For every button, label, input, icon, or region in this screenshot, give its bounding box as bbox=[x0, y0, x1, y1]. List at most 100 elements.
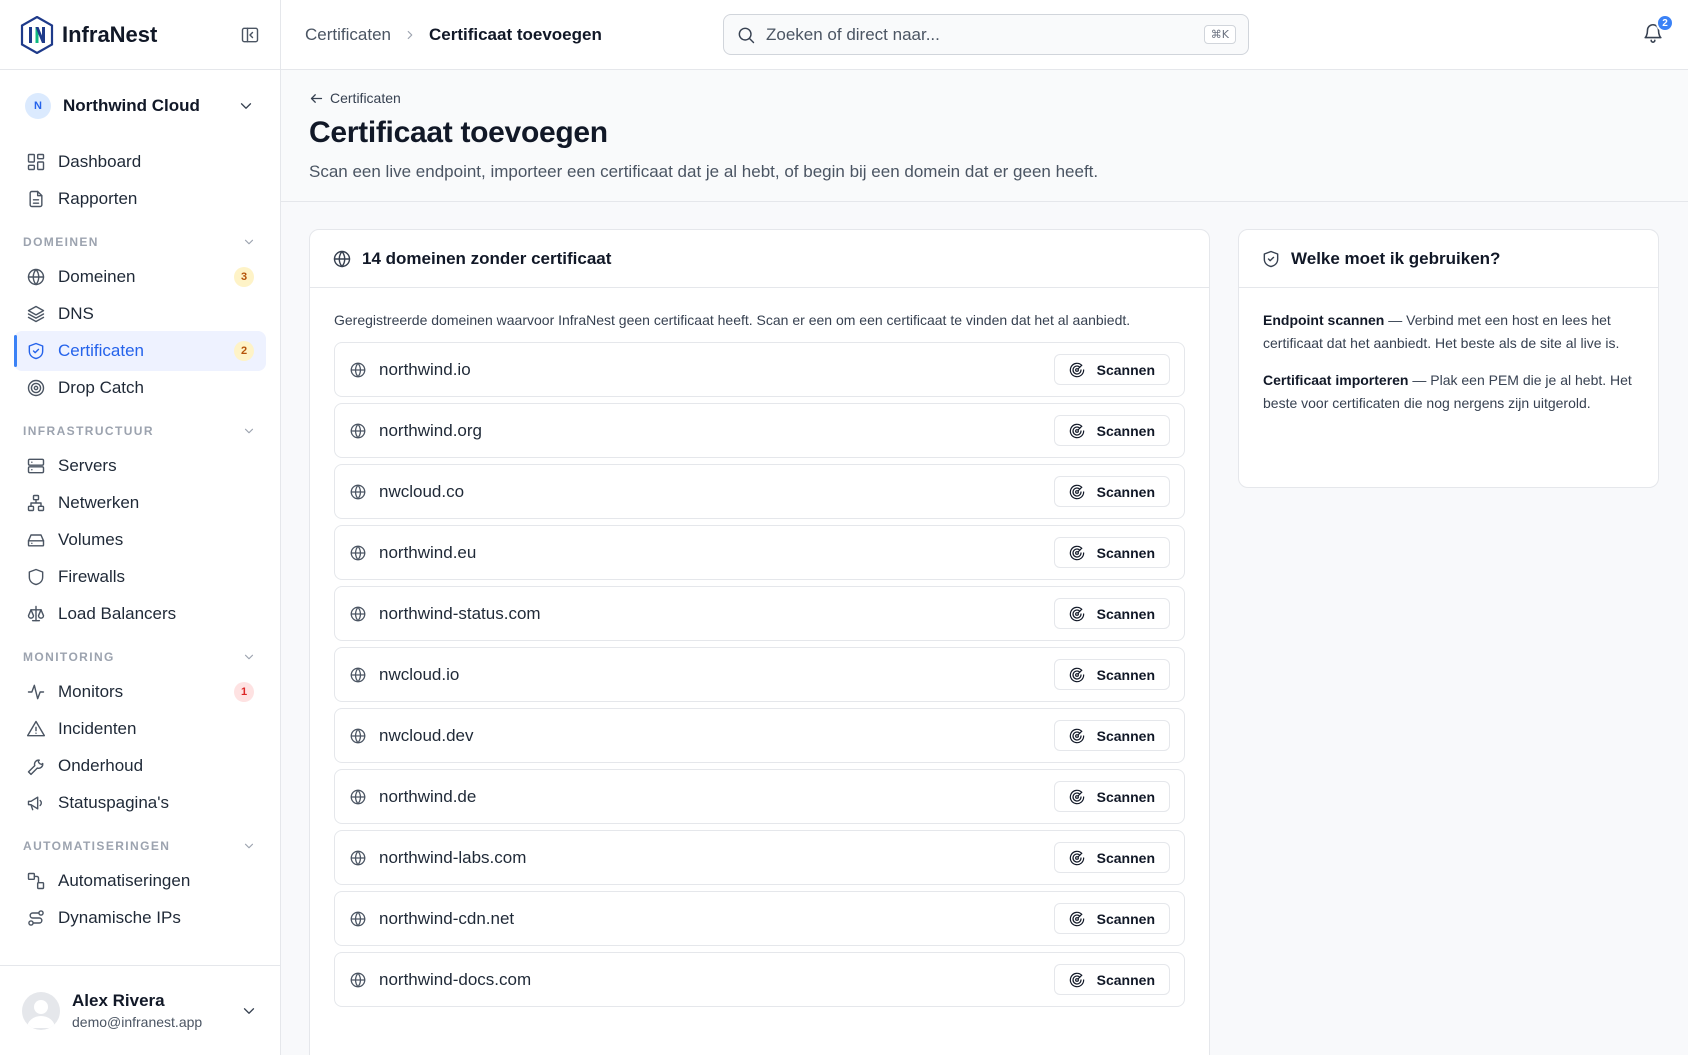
sidebar-item-domeinen[interactable]: Domeinen 3 bbox=[14, 257, 266, 297]
domain-name: northwind.eu bbox=[379, 542, 477, 562]
scan-button[interactable]: Scannen bbox=[1053, 354, 1170, 385]
sidebar: InfraNest N Northwind Cloud Dashboard Ra… bbox=[0, 0, 281, 1055]
section-header-infrastructuur[interactable]: INFRASTRUCTUUR bbox=[14, 408, 266, 446]
section-title: DOMEINEN bbox=[23, 235, 99, 249]
back-link[interactable]: Certificaten bbox=[309, 90, 1660, 106]
sidebar-item-rapporten[interactable]: Rapporten bbox=[14, 179, 266, 219]
sidebar-item-label: Automatiseringen bbox=[58, 871, 191, 890]
sidebar-item-firewalls[interactable]: Firewalls bbox=[14, 557, 266, 597]
sidebar-item-automatiseringen[interactable]: Automatiseringen bbox=[14, 861, 266, 901]
topbar: Certificaten Certificaat toevoegen ⌘K 2 bbox=[281, 0, 1688, 70]
help-tip-term: Endpoint scannen bbox=[1263, 312, 1385, 328]
scan-button[interactable]: Scannen bbox=[1053, 781, 1170, 812]
scan-button[interactable]: Scannen bbox=[1053, 476, 1170, 507]
org-switcher[interactable]: N Northwind Cloud bbox=[0, 70, 280, 142]
scan-button[interactable]: Scannen bbox=[1053, 415, 1170, 446]
server-icon bbox=[27, 458, 45, 474]
wrench-icon bbox=[27, 759, 44, 776]
sidebar-item-dashboard[interactable]: Dashboard bbox=[14, 142, 266, 182]
sidebar-item-label: DNS bbox=[58, 304, 94, 323]
page-header: Certificaten Certificaat toevoegen Scan … bbox=[281, 70, 1688, 202]
domain-row: nwcloud.co Scannen bbox=[334, 464, 1185, 519]
breadcrumb: Certificaten Certificaat toevoegen bbox=[281, 25, 723, 45]
scan-button[interactable]: Scannen bbox=[1053, 842, 1170, 873]
user-menu[interactable]: Alex Rivera demo@infranest.app bbox=[0, 965, 280, 1055]
globe-icon bbox=[27, 268, 45, 286]
workflow-icon bbox=[27, 872, 45, 890]
chevron-down-icon bbox=[244, 428, 254, 434]
globe-icon bbox=[350, 545, 366, 560]
app-name: InfraNest bbox=[62, 21, 158, 47]
scan-button[interactable]: Scannen bbox=[1053, 720, 1170, 751]
radar-icon bbox=[1069, 911, 1084, 926]
radar-icon bbox=[1069, 850, 1084, 865]
scan-button[interactable]: Scannen bbox=[1053, 659, 1170, 690]
sidebar-item-incidenten[interactable]: Incidenten bbox=[14, 709, 266, 749]
card-title: Welke moet ik gebruiken? bbox=[1291, 248, 1501, 268]
card-description: Geregistreerde domeinen waarvoor InfraNe… bbox=[334, 312, 1131, 328]
report-icon bbox=[29, 190, 43, 208]
globe-icon bbox=[350, 423, 366, 438]
sidebar-item-label: Onderhoud bbox=[58, 756, 144, 775]
sidebar-item-servers[interactable]: Servers bbox=[14, 446, 266, 486]
sidebar-item-certificaten[interactable]: Certificaten 2 bbox=[14, 331, 266, 371]
back-link-label: Certificaten bbox=[330, 90, 401, 106]
scale-icon bbox=[27, 605, 45, 622]
help-card: Welke moet ik gebruiken? Endpoint scanne… bbox=[1238, 229, 1659, 488]
section-title: MONITORING bbox=[23, 650, 115, 664]
sidebar-item-label: Domeinen bbox=[58, 267, 136, 286]
search-input[interactable] bbox=[766, 24, 1204, 45]
sidebar-item-dynamische-ips[interactable]: Dynamische IPs bbox=[14, 898, 266, 938]
section-header-monitoring[interactable]: MONITORING bbox=[14, 634, 266, 672]
scan-button[interactable]: Scannen bbox=[1053, 964, 1170, 995]
radar-icon bbox=[1069, 606, 1084, 621]
scan-button-label: Scannen bbox=[1096, 727, 1155, 744]
scan-button-label: Scannen bbox=[1096, 788, 1155, 805]
section-header-domeinen[interactable]: DOMEINEN bbox=[14, 219, 266, 257]
sidebar-collapse-icon[interactable] bbox=[240, 25, 260, 45]
scan-button[interactable]: Scannen bbox=[1053, 903, 1170, 934]
help-body: Endpoint scannen — Verbind met een host … bbox=[1239, 288, 1658, 450]
domain-name: northwind-docs.com bbox=[379, 969, 532, 989]
domain-name: nwcloud.co bbox=[379, 481, 465, 501]
globe-icon bbox=[350, 667, 366, 682]
search-box[interactable]: ⌘K bbox=[723, 14, 1249, 55]
shield-check-icon bbox=[28, 342, 44, 360]
scan-button-label: Scannen bbox=[1096, 971, 1155, 988]
radar-icon bbox=[1069, 667, 1084, 682]
sidebar-item-onderhoud[interactable]: Onderhoud bbox=[14, 746, 266, 786]
layers-icon bbox=[27, 305, 45, 323]
breadcrumb-current: Certificaat toevoegen bbox=[428, 24, 602, 44]
sidebar-item-drop-catch[interactable]: Drop Catch bbox=[14, 368, 266, 408]
globe-icon bbox=[350, 789, 366, 804]
chevron-down-icon bbox=[244, 239, 254, 245]
scan-button[interactable]: Scannen bbox=[1053, 537, 1170, 568]
sidebar-item-dns[interactable]: DNS bbox=[14, 294, 266, 334]
notification-count-badge: 2 bbox=[1656, 14, 1674, 32]
sidebar-item-volumes[interactable]: Volumes bbox=[14, 520, 266, 560]
scan-button-label: Scannen bbox=[1096, 483, 1155, 500]
sidebar-item-statuspaginas[interactable]: Statuspagina's bbox=[14, 783, 266, 823]
section-header-automatiseringen[interactable]: AUTOMATISERINGEN bbox=[14, 823, 266, 861]
network-icon bbox=[27, 494, 45, 512]
sidebar-item-monitors[interactable]: Monitors 1 bbox=[14, 672, 266, 712]
sidebar-nav: Dashboard Rapporten DOMEINEN Domeinen 3 … bbox=[0, 142, 280, 938]
domain-row: nwcloud.io Scannen bbox=[334, 647, 1185, 702]
scan-button-label: Scannen bbox=[1096, 422, 1155, 439]
radar-icon bbox=[1069, 972, 1084, 987]
radar-icon bbox=[1069, 728, 1084, 743]
radar-icon bbox=[1069, 545, 1084, 560]
sidebar-item-label: Dashboard bbox=[58, 152, 142, 171]
sidebar-item-label: Statuspagina's bbox=[58, 793, 169, 812]
breadcrumb-link-certificaten[interactable]: Certificaten bbox=[305, 25, 391, 45]
notifications-button[interactable]: 2 bbox=[1642, 14, 1674, 46]
scan-button[interactable]: Scannen bbox=[1053, 598, 1170, 629]
avatar bbox=[22, 991, 60, 1030]
sidebar-item-label: Volumes bbox=[58, 530, 124, 549]
sidebar-item-load-balancers[interactable]: Load Balancers bbox=[14, 594, 266, 634]
scan-button-label: Scannen bbox=[1096, 605, 1155, 622]
scan-button-label: Scannen bbox=[1096, 666, 1155, 683]
sidebar-item-netwerken[interactable]: Netwerken bbox=[14, 483, 266, 523]
infranest-logo-icon bbox=[20, 15, 54, 54]
domain-row: northwind-docs.com Scannen bbox=[334, 952, 1185, 1007]
